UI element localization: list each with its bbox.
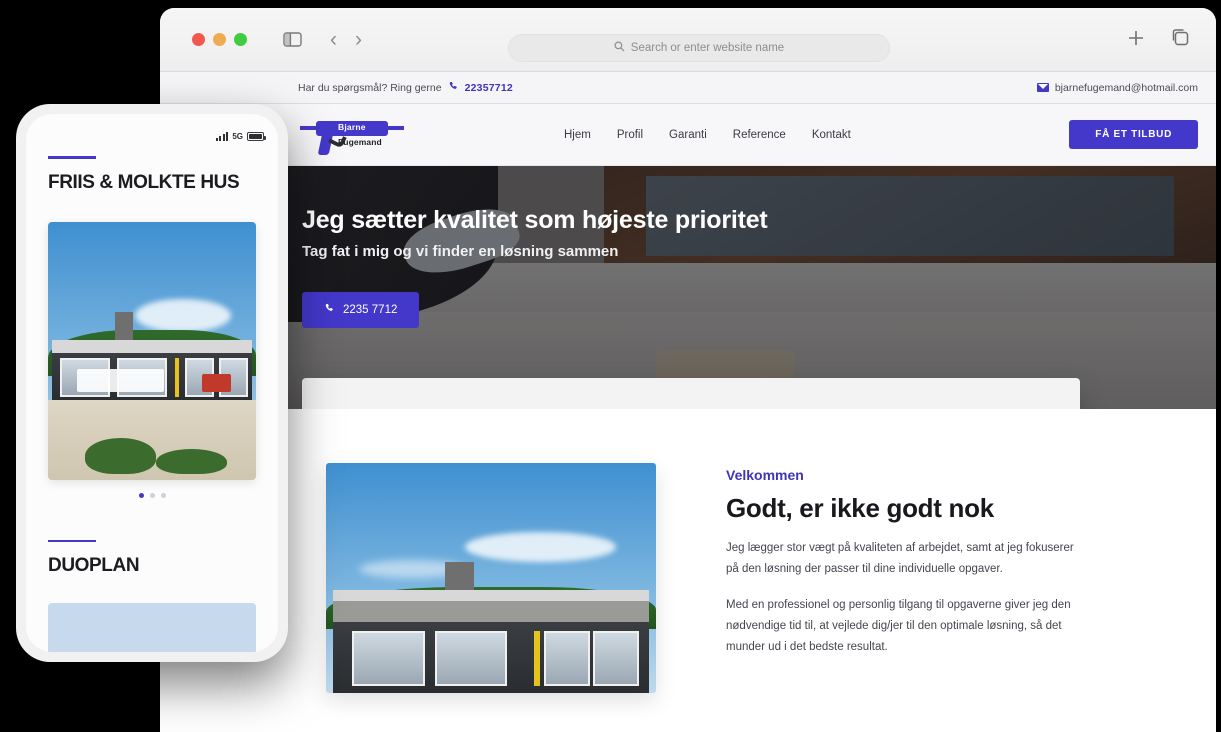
phone-icon — [448, 81, 459, 95]
navigation-arrows[interactable]: ‹ › — [330, 29, 362, 50]
phone-section-one-title: FRIIS & MOLKTE HUS — [48, 171, 240, 193]
nav-item-reference[interactable]: Reference — [733, 129, 786, 141]
browser-toolbar: ‹ › Search or enter website name — [160, 8, 1216, 72]
nav-item-garanti[interactable]: Garanti — [669, 129, 707, 141]
carousel-dot-3[interactable] — [160, 492, 166, 498]
browser-window: ‹ › Search or enter website name Har du … — [160, 8, 1216, 732]
welcome-paragraph-1: Jeg lægger stor vægt på kvaliteten af ar… — [726, 542, 1074, 576]
topbar-phone-number[interactable]: 22357712 — [465, 82, 513, 94]
nav-item-profil[interactable]: Profil — [617, 129, 643, 141]
forward-button[interactable]: › — [355, 29, 362, 50]
carousel-dot-2[interactable] — [149, 492, 155, 498]
topbar-contact-email[interactable]: bjarnefugemand@hotmail.com — [1036, 82, 1198, 94]
screenshot-canvas: ‹ › Search or enter website name Har du … — [0, 0, 1221, 732]
tab-overview-icon[interactable] — [1171, 28, 1190, 47]
accent-rule — [48, 156, 96, 159]
maximize-window-button[interactable] — [234, 33, 247, 46]
search-icon — [614, 39, 625, 57]
hero-title: Jeg sætter kvalitet som højeste priorite… — [302, 206, 768, 234]
caulking-gun-icon: Bjarne Fugemand — [298, 115, 404, 155]
topbar-contact-phone[interactable]: Har du spørgsmål? Ring gerne 22357712 — [298, 81, 513, 95]
mail-icon — [1036, 83, 1049, 92]
nav-item-kontakt[interactable]: Kontakt — [812, 129, 851, 141]
carousel-dots[interactable] — [26, 492, 278, 498]
phone-icon — [324, 303, 335, 317]
main-navigation: Hjem Profil Garanti Reference Kontakt — [564, 129, 851, 141]
get-quote-button[interactable]: FÅ ET TILBUD — [1069, 120, 1198, 149]
carousel-dot-1[interactable] — [138, 492, 144, 498]
site-topbar: Har du spørgsmål? Ring gerne 22357712 bj… — [160, 72, 1216, 104]
phone-carousel-image[interactable] — [48, 221, 256, 480]
accent-rule — [48, 539, 96, 542]
contact-form-card: HELT UFORPLIGTENDE Skal vi ta' en snak? … — [302, 378, 1080, 409]
window-controls[interactable] — [192, 33, 247, 46]
phone-status-bar: 5G — [215, 132, 266, 141]
topbar-question-text: Har du spørgsmål? Ring gerne — [298, 81, 442, 94]
logo-line-1: Bjarne — [338, 121, 366, 132]
close-window-button[interactable] — [192, 33, 205, 46]
network-label: 5G — [232, 132, 243, 141]
phone-screen: 5G FRIIS & MOLKTE HUS DUOPLAN — [26, 114, 278, 652]
welcome-section: Velkommen Godt, er ikke godt nok Jeg læg… — [160, 409, 1216, 693]
welcome-paragraph-2: Med en professionel og personlig tilgang… — [726, 598, 1071, 654]
battery-icon — [247, 132, 266, 141]
phone-section-two-title: DUOPLAN — [48, 555, 140, 576]
logo-line-2: Fugemand — [338, 136, 382, 147]
phone-section-one: FRIIS & MOLKTE HUS — [26, 156, 278, 194]
sidebar-toggle-icon[interactable] — [283, 32, 302, 47]
hero-section: Jeg sætter kvalitet som højeste priorite… — [160, 166, 1216, 409]
hero-phone-number: 2235 7712 — [343, 304, 398, 316]
phone-section-two-image[interactable] — [48, 603, 256, 652]
hero-subtitle: Tag fat i mig og vi finder en løsning sa… — [302, 243, 619, 260]
site-logo[interactable]: Bjarne Fugemand — [298, 115, 468, 155]
website-viewport: Har du spørgsmål? Ring gerne 22357712 bj… — [160, 72, 1216, 732]
phone-section-two: DUOPLAN — [26, 539, 278, 578]
minimize-window-button[interactable] — [213, 33, 226, 46]
topbar-email-text[interactable]: bjarnefugemand@hotmail.com — [1055, 82, 1198, 94]
hero-phone-button[interactable]: 2235 7712 — [302, 292, 420, 328]
nav-item-hjem[interactable]: Hjem — [564, 129, 591, 141]
new-tab-icon[interactable] — [1127, 29, 1145, 47]
phone-mockup: 5G FRIIS & MOLKTE HUS DUOPLAN — [16, 104, 288, 662]
toolbar-right-actions — [1127, 28, 1190, 47]
site-navbar: Bjarne Fugemand Hjem Profil Garanti Refe… — [160, 104, 1216, 166]
address-bar-placeholder: Search or enter website name — [630, 42, 785, 54]
back-button[interactable]: ‹ — [330, 29, 337, 50]
welcome-house-image — [326, 463, 656, 693]
signal-bars-icon — [215, 132, 229, 141]
welcome-kicker: Velkommen — [726, 467, 804, 483]
welcome-title: Godt, er ikke godt nok — [726, 493, 994, 523]
address-bar[interactable]: Search or enter website name — [508, 34, 890, 62]
